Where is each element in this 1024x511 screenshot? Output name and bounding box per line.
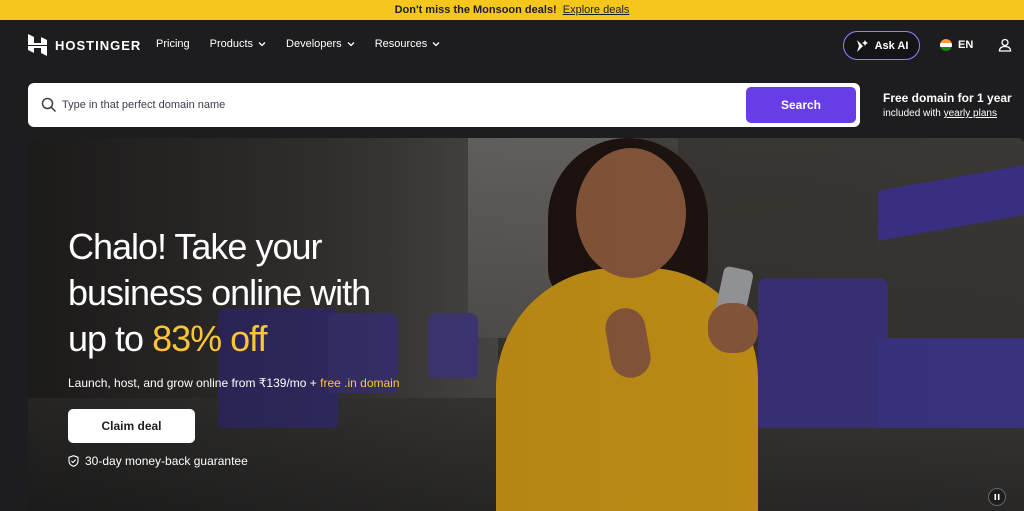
nav-pricing-label: Pricing [156,38,190,50]
hero-subtitle-highlight: free .in domain [320,376,400,390]
claim-deal-button[interactable]: Claim deal [68,409,195,443]
nav-products[interactable]: Products [210,38,266,50]
yearly-plans-link[interactable]: yearly plans [944,108,997,119]
free-domain-subtitle: included with yearly plans [883,106,1012,121]
ask-ai-button[interactable]: Ask AI [843,31,920,60]
ask-ai-label: Ask AI [874,39,909,52]
free-domain-offer: Free domain for 1 year included with yea… [883,91,1012,121]
nav-pricing[interactable]: Pricing [156,38,190,50]
free-domain-subtitle-prefix: included with [883,108,944,119]
hostinger-logo-icon [28,34,47,56]
chevron-down-icon [258,42,266,47]
guarantee-text: 30-day money-back guarantee [85,454,248,468]
nav-links: Pricing Products Developers Resources [156,38,440,50]
search-button[interactable]: Search [746,87,856,123]
hero-banner: Chalo! Take your business online with up… [28,138,1024,511]
nav-resources[interactable]: Resources [375,38,441,50]
money-back-guarantee: 30-day money-back guarantee [68,454,248,468]
nav-developers[interactable]: Developers [286,38,355,50]
shield-check-icon [68,455,79,467]
free-domain-title: Free domain for 1 year [883,91,1012,105]
explore-deals-link[interactable]: Explore deals [563,4,630,16]
domain-search-bar: Search [28,83,860,127]
language-selector[interactable]: EN [940,39,973,51]
nav-products-label: Products [209,38,254,50]
hero-title-highlight: 83% off [152,318,267,359]
hero-subtitle: Launch, host, and grow online from ₹139/… [68,376,400,390]
domain-search-input[interactable] [62,95,662,115]
pause-icon [994,494,1000,500]
sparkle-icon [856,39,868,52]
pause-video-button[interactable] [988,488,1006,506]
top-navigation: HOSTINGER Pricing Products Developers Re… [0,20,1024,72]
india-flag-icon [940,39,952,51]
chevron-down-icon [347,42,355,47]
promo-bar: Don't miss the Monsoon deals! Explore de… [0,0,1024,20]
hero-title: Chalo! Take your business online with up… [68,224,448,362]
chevron-down-icon [432,42,440,47]
hero-title-prefix: up to [68,318,153,359]
hero-title-line1: Chalo! Take your [68,226,322,267]
search-icon [41,97,57,113]
user-account-icon[interactable] [998,38,1012,52]
hero-subtitle-prefix: Launch, host, and grow online from ₹139/… [68,376,321,390]
promo-text: Don't miss the Monsoon deals! [394,4,557,16]
logo-text: HOSTINGER [55,37,142,53]
language-label: EN [958,39,974,51]
hero-title-line2: business online with [68,272,371,313]
logo[interactable]: HOSTINGER [28,34,141,56]
nav-developers-label: Developers [286,38,342,50]
nav-resources-label: Resources [374,38,428,50]
